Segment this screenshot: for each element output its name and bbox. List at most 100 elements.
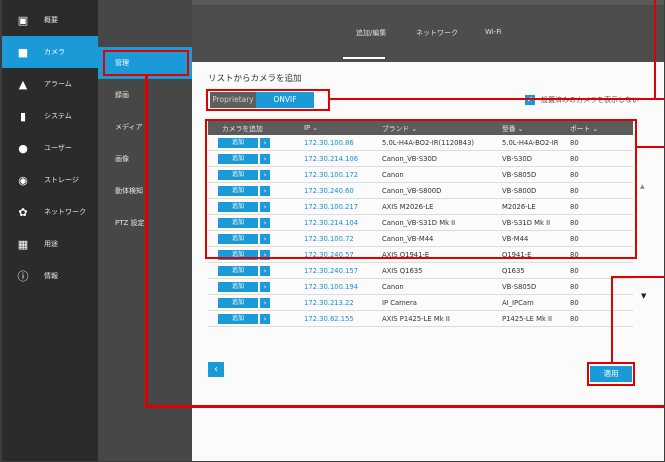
camera-table: カメラを追加 IP ⌄ ブランド ⌄ 型番 ⌄ ポート ⌄ 追加 › 172.30.…: [208, 121, 633, 327]
chevron-right-icon[interactable]: ›: [260, 217, 270, 228]
model-cell: 5.0L-H4A-BO2-IR: [496, 135, 564, 151]
add-camera-button[interactable]: 追加 ›: [218, 217, 270, 228]
scroll-up-icon[interactable]: ▲: [640, 183, 645, 190]
hide-added-checkbox[interactable]: ✓: [525, 95, 535, 105]
add-label[interactable]: 追加: [218, 137, 258, 148]
add-camera-button[interactable]: 追加 ›: [218, 297, 270, 308]
ip-cell: 172.30.240.57: [298, 246, 376, 263]
add-camera-button[interactable]: 追加 ›: [218, 233, 270, 244]
previous-page-button[interactable]: ‹: [208, 362, 224, 377]
ip-cell: 172.30.62.155: [298, 310, 376, 327]
brand-cell: Canon_VB-S800D: [376, 182, 496, 199]
model-cell: Q1635: [496, 262, 564, 279]
add-camera-button[interactable]: 追加 ›: [218, 185, 270, 196]
sidebar-item-7[interactable]: ▦ 用途: [0, 228, 98, 260]
port-cell: 80: [564, 294, 633, 311]
chevron-right-icon[interactable]: ›: [260, 265, 270, 276]
chevron-right-icon[interactable]: ›: [260, 313, 270, 324]
brand-cell: Canon: [376, 166, 496, 183]
add-camera-button[interactable]: 追加 ›: [218, 281, 270, 292]
tab-wifi[interactable]: Wi-Fi: [485, 28, 502, 36]
network-icon: ✿: [18, 205, 28, 219]
sidebar-item-5[interactable]: ◉ ストレージ: [0, 164, 98, 196]
add-label[interactable]: 追加: [218, 169, 258, 180]
sidebar-item-1[interactable]: ■ カメラ: [0, 36, 98, 68]
add-label[interactable]: 追加: [218, 249, 258, 260]
add-cell: 追加 ›: [208, 166, 298, 183]
add-label[interactable]: 追加: [218, 313, 258, 324]
sidebar-item-8[interactable]: ⓘ 情報: [0, 260, 98, 292]
tab-add-edit[interactable]: 追加/編集: [356, 28, 386, 38]
submenu-item-3[interactable]: 画像: [98, 143, 192, 175]
ip-cell: 172.30.100.172: [298, 166, 376, 183]
ip-cell: 172.30.213.22: [298, 294, 376, 311]
add-label[interactable]: 追加: [218, 297, 258, 308]
sidebar-item-6[interactable]: ✿ ネットワーク: [0, 196, 98, 228]
chevron-right-icon[interactable]: ›: [260, 153, 270, 164]
chevron-right-icon[interactable]: ›: [260, 137, 270, 148]
add-label[interactable]: 追加: [218, 233, 258, 244]
port-cell: 80: [564, 214, 633, 231]
table-row: 追加 › 172.30.240.157 AXIS Q1635 Q1635 80: [208, 262, 633, 279]
storage-icon: ◉: [18, 173, 28, 187]
chevron-right-icon[interactable]: ›: [260, 169, 270, 180]
top-strip: [192, 0, 665, 5]
sub-menu: 管理録画 メディア 画像 動体検知 PTZ 設定: [98, 0, 192, 462]
table-row: 追加 › 172.30.100.217 AXIS M2026-LE M2026-LE 80: [208, 198, 633, 215]
apply-button[interactable]: 適用: [590, 366, 632, 382]
model-cell: AI_IPCam: [496, 294, 564, 311]
add-camera-button[interactable]: 追加 ›: [218, 249, 270, 260]
add-camera-button[interactable]: 追加 ›: [218, 265, 270, 276]
scroll-down-icon[interactable]: ▼: [641, 292, 646, 300]
sidebar-item-0[interactable]: ▣ 概要: [0, 4, 98, 36]
camera-icon: ■: [17, 45, 29, 59]
submenu-item-4[interactable]: 動体検知: [98, 175, 192, 207]
submenu-item-5[interactable]: PTZ 設定: [98, 207, 192, 239]
brand-cell: AXIS Q1941-E: [376, 246, 496, 263]
col-ip[interactable]: IP ⌄: [298, 121, 376, 135]
chevron-right-icon[interactable]: ›: [260, 281, 270, 292]
user-icon: ●: [18, 141, 28, 155]
onvif-option[interactable]: ONVIF: [256, 92, 314, 108]
add-label[interactable]: 追加: [218, 281, 258, 292]
col-add-camera: カメラを追加: [208, 121, 298, 135]
brand-cell: AXIS P1425-LE Mk II: [376, 310, 496, 327]
add-camera-button[interactable]: 追加 ›: [218, 313, 270, 324]
chevron-right-icon[interactable]: ›: [260, 233, 270, 244]
submenu-item-1[interactable]: 録画: [98, 79, 192, 111]
submenu-item-2[interactable]: メディア: [98, 111, 192, 143]
col-model[interactable]: 型番 ⌄: [496, 121, 564, 135]
table-row: 追加 › 172.30.240.60 Canon_VB-S800D VB-S800D 80: [208, 182, 633, 199]
tab-network[interactable]: ネットワーク: [416, 28, 458, 38]
hide-added-label: 設置済みのカメラを表示しない: [541, 96, 639, 104]
model-cell: VB-S805D: [496, 278, 564, 295]
add-camera-button[interactable]: 追加 ›: [218, 169, 270, 180]
add-cell: 追加 ›: [208, 135, 298, 151]
submenu-item-0[interactable]: 管理: [98, 47, 192, 79]
sidebar-item-label: 概要: [44, 16, 58, 24]
add-label[interactable]: 追加: [218, 217, 258, 228]
port-cell: 80: [564, 246, 633, 263]
add-label[interactable]: 追加: [218, 201, 258, 212]
chevron-right-icon[interactable]: ›: [260, 201, 270, 212]
add-label[interactable]: 追加: [218, 185, 258, 196]
sidebar-item-label: 情報: [44, 272, 58, 280]
brand-cell: IP Camera: [376, 294, 496, 311]
submenu-item-label: 管理: [115, 59, 129, 67]
sidebar-item-2[interactable]: ▲ アラーム: [0, 68, 98, 100]
sidebar-item-3[interactable]: ▮ システム: [0, 100, 98, 132]
chevron-right-icon[interactable]: ›: [260, 249, 270, 260]
add-label[interactable]: 追加: [218, 153, 258, 164]
add-camera-button[interactable]: 追加 ›: [218, 201, 270, 212]
col-brand[interactable]: ブランド ⌄: [376, 121, 496, 135]
model-cell: VB-S31D Mk II: [496, 214, 564, 231]
sidebar-item-4[interactable]: ● ユーザー: [0, 132, 98, 164]
table-row: 追加 › 172.30.213.22 IP Camera AI_IPCam 80: [208, 294, 633, 311]
add-camera-button[interactable]: 追加 ›: [218, 137, 270, 148]
chevron-right-icon[interactable]: ›: [260, 297, 270, 308]
col-port[interactable]: ポート ⌄: [564, 121, 633, 135]
proprietary-option[interactable]: Proprietary: [210, 92, 256, 108]
chevron-right-icon[interactable]: ›: [260, 185, 270, 196]
add-label[interactable]: 追加: [218, 265, 258, 276]
add-camera-button[interactable]: 追加 ›: [218, 153, 270, 164]
